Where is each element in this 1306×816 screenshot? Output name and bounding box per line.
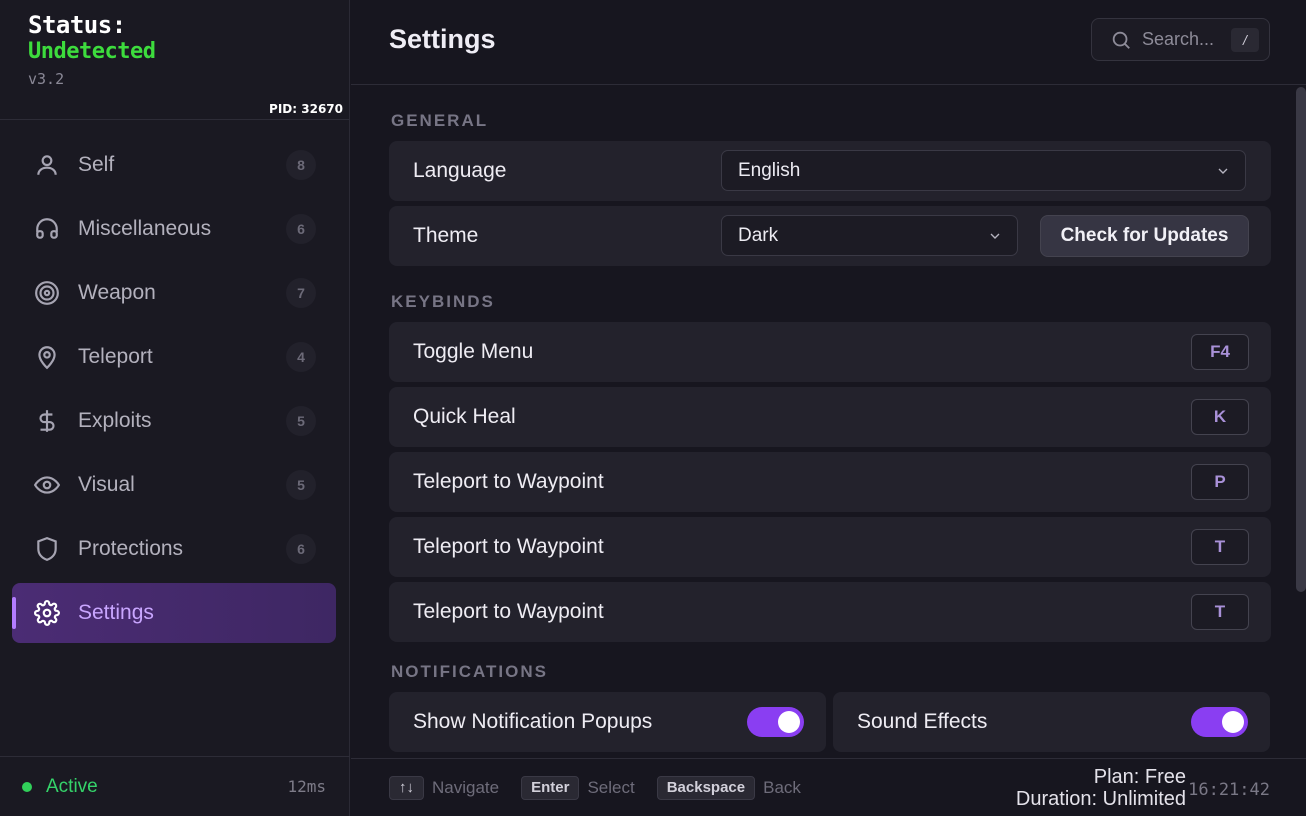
- search-icon: [1112, 31, 1130, 49]
- header: Settings Search... /: [351, 0, 1306, 85]
- page-title: Settings: [389, 24, 496, 54]
- shield-icon: [32, 534, 62, 564]
- section-keybinds-label: KEYBINDS: [391, 292, 495, 311]
- navigate-hint: ↑↓ Navigate: [389, 775, 500, 800]
- keybind-label: Quick Heal: [413, 405, 516, 428]
- sidebar-item-miscellaneous[interactable]: Miscellaneous 6: [12, 199, 336, 259]
- section-notifications-label: NOTIFICATIONS: [391, 662, 548, 681]
- sidebar: Status: Undetected v3.2 PID: 32670 Self …: [0, 0, 350, 816]
- sidebar-item-label: Exploits: [78, 409, 152, 432]
- select-hint: Enter Select: [521, 775, 635, 800]
- sidebar-item-count: 6: [286, 214, 316, 244]
- keybind-key[interactable]: K: [1191, 399, 1249, 435]
- search-shortcut-key: /: [1231, 27, 1259, 52]
- version-label: v3.2: [28, 70, 65, 88]
- main-panel: Settings Search... / GENERAL Language En…: [351, 0, 1306, 816]
- sidebar-item-protections[interactable]: Protections 6: [12, 519, 336, 579]
- pid-label: PID: 32670: [269, 102, 343, 116]
- scrollbar[interactable]: [1296, 87, 1306, 592]
- hint-key: Backspace: [656, 775, 756, 800]
- notification-popups-setting: Show Notification Popups: [389, 692, 826, 752]
- connection-status: Active 12ms: [0, 756, 350, 816]
- location-pin-icon: [32, 342, 62, 372]
- back-hint: Backspace Back: [656, 775, 801, 800]
- headset-icon: [32, 214, 62, 244]
- sidebar-item-count: 5: [286, 406, 316, 436]
- theme-row: Theme Dark Check for Updates: [389, 206, 1271, 266]
- sidebar-item-count: 8: [286, 150, 316, 180]
- keybind-row[interactable]: Teleport to Waypoint T: [389, 517, 1271, 577]
- sidebar-item-label: Protections: [78, 537, 184, 560]
- user-icon: [32, 150, 62, 180]
- hint-key: Enter: [521, 775, 580, 800]
- sidebar-item-label: Settings: [78, 601, 154, 624]
- connection-status-label: Active: [46, 775, 98, 797]
- keybind-key[interactable]: F4: [1191, 334, 1249, 370]
- notification-popups-label: Show Notification Popups: [413, 710, 653, 733]
- language-select[interactable]: English: [721, 150, 1246, 191]
- sidebar-item-label: Self: [78, 153, 115, 176]
- sound-effects-setting: Sound Effects: [833, 692, 1270, 752]
- sidebar-item-count: 4: [286, 342, 316, 372]
- clock: 16:21:42: [1188, 780, 1270, 800]
- keybind-label: Teleport to Waypoint: [413, 535, 604, 558]
- settings-content: GENERAL Language English Theme Dark Chec…: [389, 85, 1271, 752]
- sidebar-item-settings[interactable]: Settings: [12, 583, 336, 643]
- dollar-icon: [32, 406, 62, 436]
- keybind-key[interactable]: T: [1191, 594, 1249, 630]
- arrow-keys-icon: ↑↓: [389, 775, 424, 800]
- status-panel: Status: Undetected v3.2 PID: 32670: [0, 0, 349, 120]
- notifications-row: Show Notification Popups Sound Effects: [389, 692, 1271, 752]
- hint-label: Navigate: [432, 777, 500, 797]
- theme-value: Dark: [738, 224, 779, 246]
- keybind-row[interactable]: Toggle Menu F4: [389, 322, 1271, 382]
- keybind-label: Toggle Menu: [413, 340, 534, 363]
- plan-info: Plan: Free Duration: Unlimited: [1016, 766, 1186, 810]
- target-icon: [32, 278, 62, 308]
- keybind-key[interactable]: T: [1191, 529, 1249, 565]
- plan-label: Plan: Free: [1093, 766, 1186, 788]
- sidebar-item-self[interactable]: Self 8: [12, 135, 336, 195]
- language-value: English: [738, 159, 801, 181]
- duration-label: Duration: Unlimited: [1015, 788, 1186, 810]
- keybind-row[interactable]: Teleport to Waypoint P: [389, 452, 1271, 512]
- sidebar-item-label: Weapon: [78, 281, 156, 304]
- language-row: Language English: [389, 141, 1271, 201]
- keybind-label: Teleport to Waypoint: [413, 470, 604, 493]
- sidebar-item-label: Miscellaneous: [78, 217, 212, 240]
- sidebar-item-count: 6: [286, 534, 316, 564]
- footer-bar: ↑↓ Navigate Enter Select Backspace Back …: [351, 758, 1306, 816]
- sidebar-item-label: Visual: [78, 473, 135, 496]
- section-general-label: GENERAL: [391, 111, 489, 130]
- latency-label: 12ms: [287, 777, 326, 796]
- eye-icon: [32, 470, 62, 500]
- hint-label: Back: [763, 777, 801, 797]
- theme-select[interactable]: Dark: [721, 215, 1018, 256]
- sidebar-item-count: 5: [286, 470, 316, 500]
- sidebar-item-teleport[interactable]: Teleport 4: [12, 327, 336, 387]
- sidebar-item-visual[interactable]: Visual 5: [12, 455, 336, 515]
- sidebar-item-count: 7: [286, 278, 316, 308]
- sound-effects-toggle[interactable]: [1191, 707, 1248, 737]
- keybind-row[interactable]: Teleport to Waypoint T: [389, 582, 1271, 642]
- keybind-row[interactable]: Quick Heal K: [389, 387, 1271, 447]
- gear-icon: [32, 598, 62, 628]
- sidebar-item-exploits[interactable]: Exploits 5: [12, 391, 336, 451]
- sidebar-item-weapon[interactable]: Weapon 7: [12, 263, 336, 323]
- notification-popups-toggle[interactable]: [747, 707, 804, 737]
- search-placeholder: Search...: [1142, 29, 1215, 49]
- sound-effects-label: Sound Effects: [857, 710, 988, 733]
- check-for-updates-button[interactable]: Check for Updates: [1040, 215, 1249, 257]
- sidebar-item-label: Teleport: [78, 345, 153, 368]
- status-value: Undetected: [28, 39, 156, 64]
- chevron-down-icon: [990, 233, 1000, 239]
- keybind-label: Teleport to Waypoint: [413, 600, 604, 623]
- hint-label: Select: [587, 777, 635, 797]
- keybind-key[interactable]: P: [1191, 464, 1249, 500]
- status-title: Status:: [28, 11, 126, 39]
- status-dot: [22, 781, 32, 792]
- chevron-down-icon: [1218, 168, 1228, 174]
- sidebar-nav: Self 8 Miscellaneous 6 Weapon 7 Teleport…: [0, 135, 350, 647]
- search-input[interactable]: Search... /: [1091, 18, 1270, 61]
